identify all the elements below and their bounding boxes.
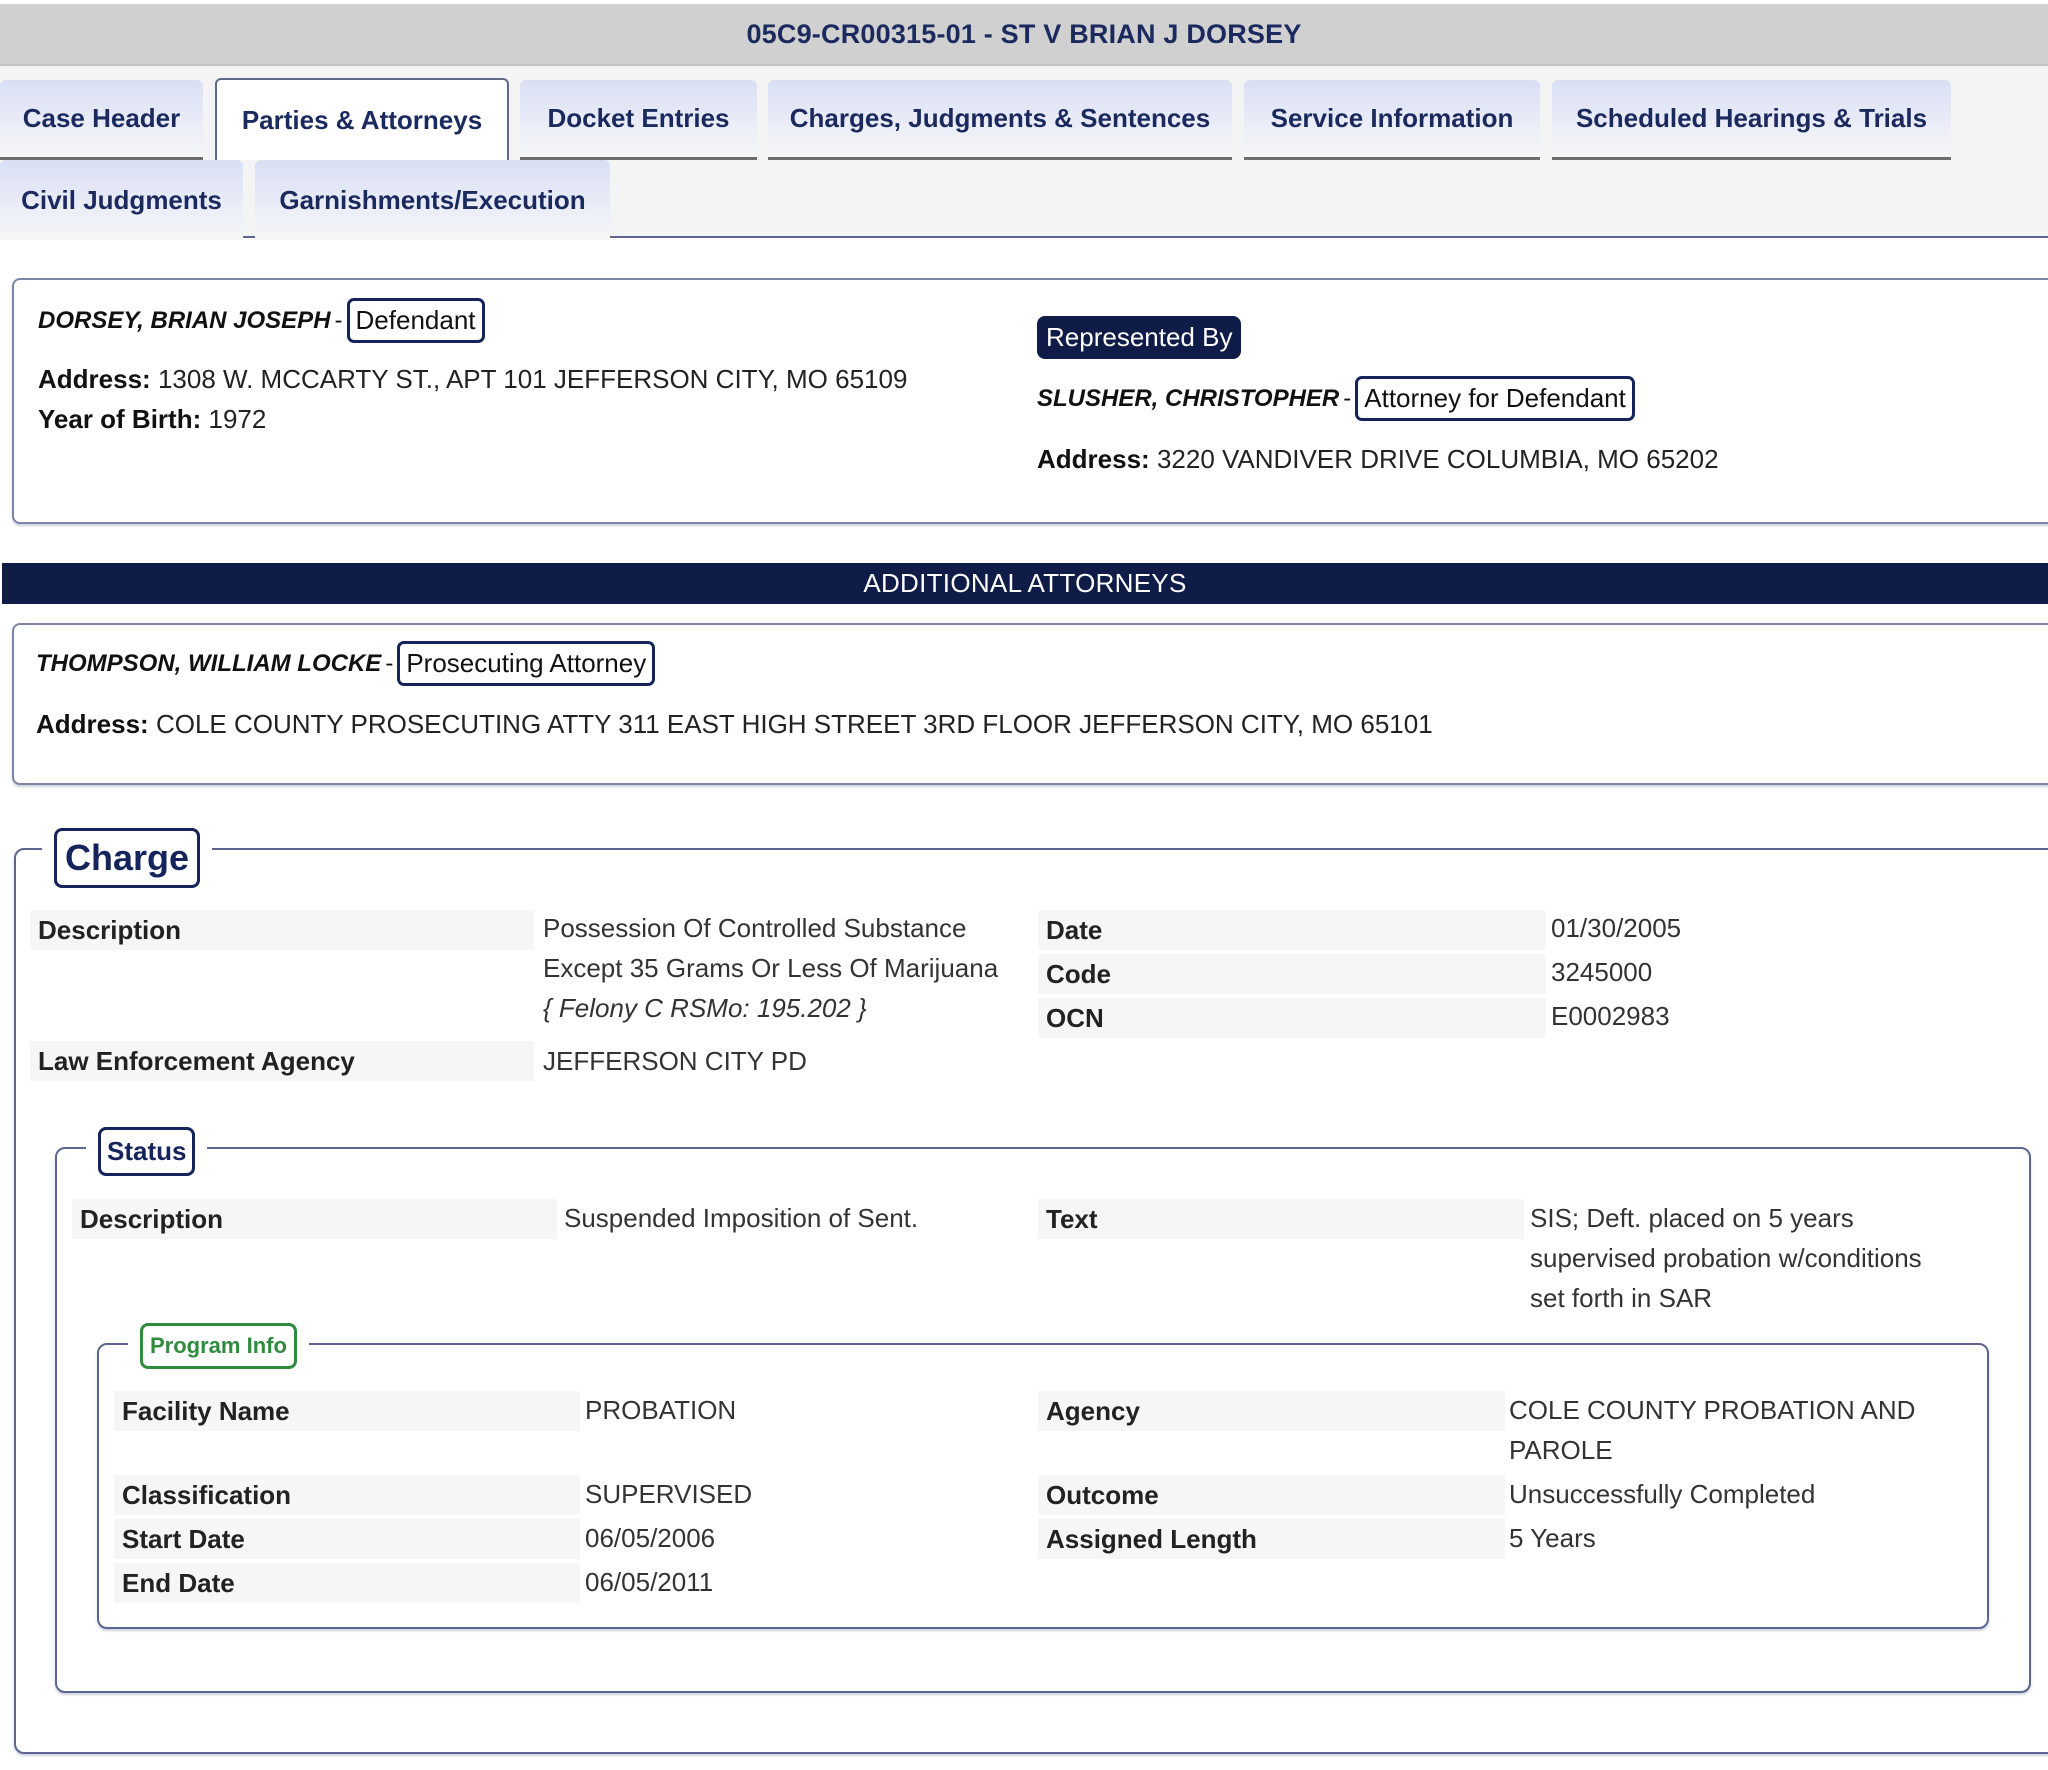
- address-value: 3220 VANDIVER DRIVE COLUMBIA, MO 65202: [1156, 444, 1719, 474]
- status-text-line: SIS; Deft. placed on 5 years: [1530, 1203, 1854, 1233]
- charge-legend-label: Charge: [54, 828, 201, 888]
- charge-date-value: 01/30/2005: [1551, 913, 1682, 943]
- status-text-line: set forth in SAR: [1530, 1283, 1713, 1313]
- start-date-value: 06/05/2006: [585, 1523, 716, 1553]
- attorney-name: SLUSHER, CHRISTOPHER: [1037, 384, 1340, 412]
- status-description-label: Description: [72, 1199, 557, 1239]
- address-label: Address:: [38, 364, 151, 394]
- charge-code-value: 3245000: [1551, 957, 1653, 987]
- tab-docket-entries[interactable]: Docket Entries: [520, 80, 757, 160]
- charge-description-line: Except 35 Grams Or Less Of Marijuana: [543, 953, 999, 983]
- additional-attorneys-banner: ADDITIONAL ATTORNEYS: [2, 563, 2048, 604]
- tab-label: Case Header: [22, 103, 181, 133]
- status-description-value: Suspended Imposition of Sent.: [564, 1203, 919, 1233]
- program-agency-value: COLE COUNTY PROBATION AND PAROLE: [1509, 1390, 1915, 1470]
- tab-garnishments-execution[interactable]: Garnishments/Execution: [255, 160, 610, 240]
- tab-label: Service Information: [1270, 103, 1514, 133]
- law-enforcement-agency-label: Law Enforcement Agency: [30, 1041, 534, 1081]
- program-info-legend-label: Program Info: [140, 1323, 297, 1369]
- assigned-length-value: 5 Years: [1509, 1523, 1596, 1553]
- tab-label: Charges, Judgments & Sentences: [789, 103, 1211, 133]
- tab-civil-judgments[interactable]: Civil Judgments: [0, 160, 243, 240]
- defendant-name: DORSEY, BRIAN JOSEPH: [38, 306, 331, 334]
- charge-legend: Charge: [42, 828, 213, 888]
- end-date-value: 06/05/2011: [585, 1567, 714, 1597]
- charge-date-label: Date: [1038, 910, 1546, 950]
- address-value: COLE COUNTY PROSECUTING ATTY 311 EAST HI…: [155, 709, 1433, 739]
- end-date-label: End Date: [114, 1563, 580, 1603]
- defendant-heading: DORSEY, BRIAN JOSEPH - Defendant: [38, 298, 485, 343]
- status-legend: Status: [86, 1127, 208, 1176]
- attorney-heading: SLUSHER, CHRISTOPHER - Attorney for Defe…: [1037, 376, 1635, 421]
- charge-statute: { Felony C RSMo: 195.202 }: [543, 993, 867, 1023]
- classification-label: Classification: [114, 1475, 580, 1515]
- program-agency-line: COLE COUNTY PROBATION AND: [1509, 1395, 1916, 1425]
- classification-value: SUPERVISED: [585, 1479, 753, 1509]
- address-value: 1308 W. MCCARTY ST., APT 101 JEFFERSON C…: [157, 364, 908, 394]
- prosecutor-name: THOMPSON, WILLIAM LOCKE: [36, 649, 382, 677]
- year-of-birth-value: 1972: [208, 404, 267, 434]
- address-label: Address:: [1037, 444, 1150, 474]
- year-of-birth-label: Year of Birth:: [38, 404, 202, 434]
- outcome-label: Outcome: [1038, 1475, 1505, 1515]
- role-badge-prosecutor: Prosecuting Attorney: [397, 641, 656, 686]
- tab-parties-attorneys[interactable]: Parties & Attorneys: [215, 78, 509, 160]
- party-card-defendant: DORSEY, BRIAN JOSEPH - Defendant Address…: [12, 278, 2048, 524]
- law-enforcement-agency-value: JEFFERSON CITY PD: [543, 1046, 807, 1076]
- separator: -: [334, 306, 343, 334]
- prosecutor-heading: THOMPSON, WILLIAM LOCKE - Prosecuting At…: [36, 641, 656, 686]
- tab-charges-judgments-sentences[interactable]: Charges, Judgments & Sentences: [768, 80, 1232, 160]
- assigned-length-label: Assigned Length: [1038, 1519, 1505, 1559]
- represented-by-badge: Represented By: [1037, 316, 1242, 359]
- charge-code-label: Code: [1038, 954, 1546, 994]
- program-agency-label: Agency: [1038, 1391, 1505, 1431]
- tab-bar: Case Header Parties & Attorneys Docket E…: [0, 66, 2048, 240]
- facility-name-value: PROBATION: [585, 1395, 737, 1425]
- status-text-label: Text: [1038, 1199, 1524, 1239]
- tab-label: Docket Entries: [547, 103, 730, 133]
- charge-description-value: Possession Of Controlled Substance Excep…: [543, 908, 998, 1028]
- tab-label: Civil Judgments: [21, 184, 222, 215]
- address-label: Address:: [36, 709, 149, 739]
- status-text-value: SIS; Deft. placed on 5 years supervised …: [1530, 1198, 1922, 1318]
- separator: -: [385, 649, 394, 677]
- tab-service-information[interactable]: Service Information: [1244, 80, 1540, 160]
- tab-scheduled-hearings-trials[interactable]: Scheduled Hearings & Trials: [1552, 80, 1951, 160]
- defendant-year-of-birth: Year of Birth: 1972: [38, 404, 266, 435]
- tab-case-header[interactable]: Case Header: [0, 80, 203, 160]
- defendant-address: Address: 1308 W. MCCARTY ST., APT 101 JE…: [38, 364, 907, 395]
- tab-label: Parties & Attorneys: [241, 104, 483, 135]
- attorney-address: Address: 3220 VANDIVER DRIVE COLUMBIA, M…: [1037, 444, 1719, 475]
- prosecutor-address: Address: COLE COUNTY PROSECUTING ATTY 31…: [36, 709, 1433, 740]
- case-title-bar: 05C9-CR00315-01 - ST V BRIAN J DORSEY: [0, 4, 2048, 66]
- charge-description-label: Description: [30, 910, 534, 950]
- status-legend-label: Status: [98, 1127, 196, 1176]
- represented-by-badge-wrap: Represented By: [1037, 316, 1242, 359]
- status-text-line: supervised probation w/conditions: [1530, 1243, 1922, 1273]
- start-date-label: Start Date: [114, 1519, 580, 1559]
- separator: -: [1343, 384, 1352, 412]
- program-info-legend: Program Info: [128, 1323, 309, 1369]
- charge-ocn-label: OCN: [1038, 998, 1546, 1038]
- banner-label: ADDITIONAL ATTORNEYS: [863, 568, 1187, 598]
- role-badge-defendant: Defendant: [346, 298, 485, 343]
- party-card-prosecutor: THOMPSON, WILLIAM LOCKE - Prosecuting At…: [12, 623, 2048, 785]
- charge-description-line: Possession Of Controlled Substance: [543, 913, 967, 943]
- facility-name-label: Facility Name: [114, 1391, 580, 1431]
- charge-ocn-value: E0002983: [1551, 1001, 1670, 1031]
- outcome-value: Unsuccessfully Completed: [1509, 1479, 1816, 1509]
- tab-label: Scheduled Hearings & Trials: [1575, 103, 1928, 133]
- tab-label: Garnishments/Execution: [279, 184, 586, 215]
- program-agency-line: PAROLE: [1509, 1435, 1613, 1465]
- role-badge-attorney: Attorney for Defendant: [1355, 376, 1635, 421]
- case-title: 05C9-CR00315-01 - ST V BRIAN J DORSEY: [746, 18, 1302, 49]
